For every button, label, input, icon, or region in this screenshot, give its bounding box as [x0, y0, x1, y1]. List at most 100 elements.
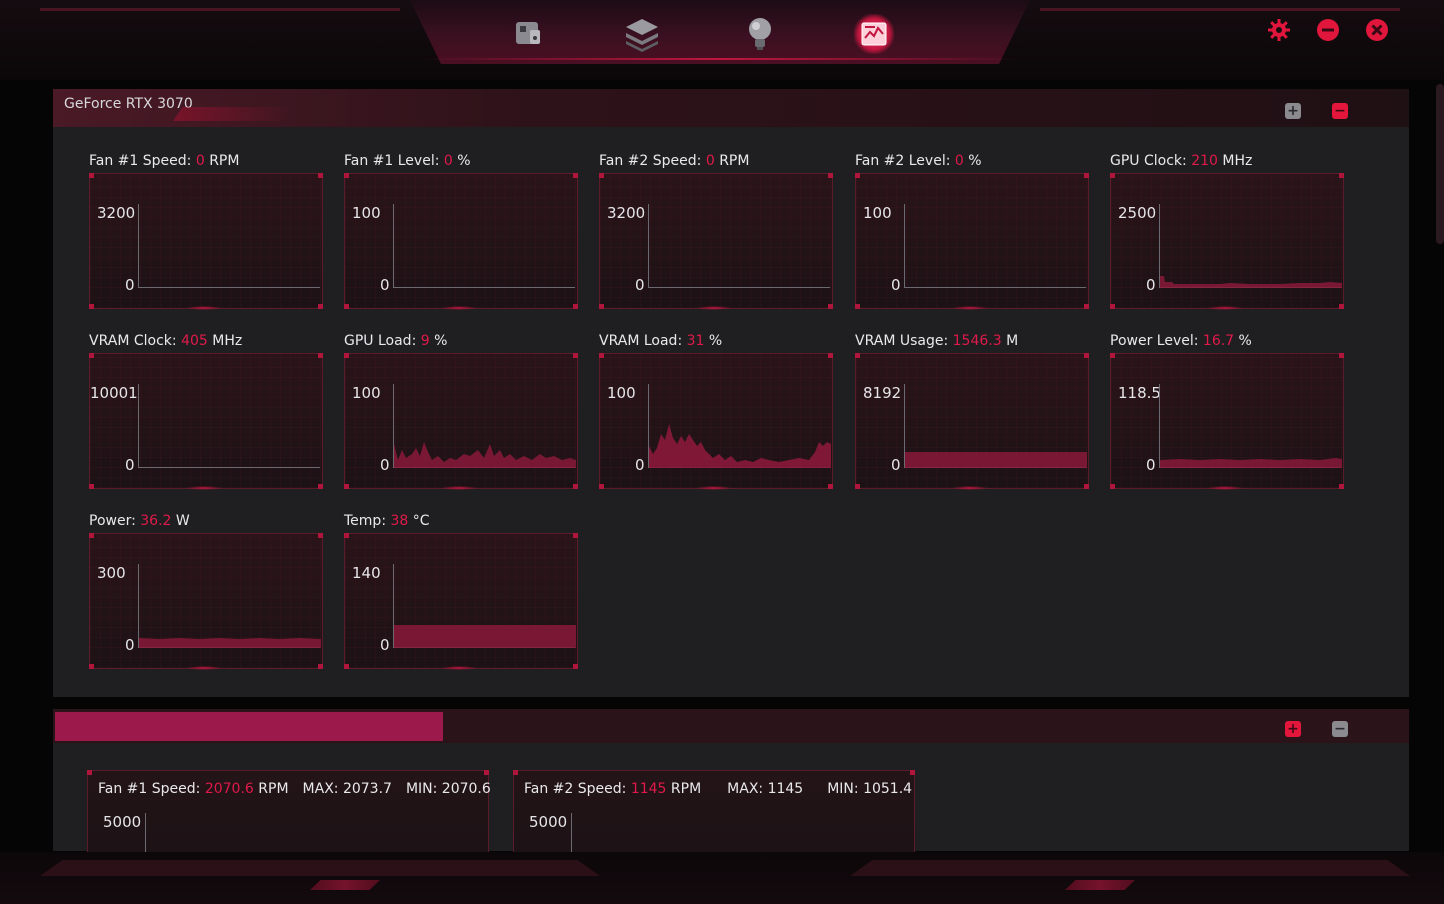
sensor-graph: 10001 0 [89, 353, 323, 490]
tile-fan1-level: Fan #1 Level: 0 % 100 0 [344, 153, 582, 313]
header-accent-stripe [173, 107, 293, 121]
y-max-label: 100 [352, 204, 381, 222]
close-icon[interactable] [1364, 17, 1390, 43]
tile-fan2-speed: Fan #2 Speed: 0 RPM 3200 0 [599, 153, 837, 313]
nav-bar [410, 0, 1030, 64]
fan-panel-title-bar [55, 712, 443, 741]
y-min-label: 0 [1146, 276, 1156, 294]
fan1-speed-card: Fan #1 Speed: 2070.6 RPM MAX: 2073.7 MIN: … [87, 770, 491, 862]
y-max-label: 140 [352, 564, 381, 582]
tile-label: Fan #1 Speed: 0 RPM [89, 153, 240, 169]
y-max-label: 100 [863, 204, 892, 222]
min-value: MIN: 2070.6 [405, 781, 491, 797]
collapse-button[interactable]: − [1332, 721, 1348, 737]
sensor-graph: 3200 0 [89, 173, 323, 310]
expand-button[interactable]: + [1285, 721, 1301, 737]
y-min-label: 0 [635, 456, 645, 474]
y-max-label: 118.5 [1118, 384, 1161, 402]
sensor-graph: 140 0 [344, 533, 578, 670]
sensor-plot [1160, 276, 1342, 288]
y-min-label: 0 [891, 276, 901, 294]
fan-panel-header[interactable]: + − [53, 709, 1409, 743]
y-max-label: 5000 [529, 813, 568, 831]
gamepad-icon[interactable] [508, 14, 548, 54]
y-min-label: 0 [635, 276, 645, 294]
expand-button[interactable]: + [1285, 103, 1301, 119]
sensor-graph: 8192 0 [855, 353, 1089, 490]
tile-label: VRAM Clock: 405 MHz [89, 333, 243, 349]
sensor-graph: 100 0 [344, 353, 578, 490]
sensor-plot [1160, 458, 1342, 468]
tile-label: Fan #2 Speed: 0 RPM [599, 153, 750, 169]
y-min-label: 0 [125, 636, 135, 654]
gpu-panel-header: GeForce RTX 3070 + − [53, 89, 1409, 127]
sensor-graph: 118.5 0 [1110, 353, 1344, 490]
y-min-label: 0 [891, 456, 901, 474]
frame-decoration [850, 860, 1410, 876]
y-min-label: 0 [380, 276, 390, 294]
tile-label: Power Level: 16.7 % [1110, 333, 1252, 349]
y-min-label: 0 [125, 456, 135, 474]
y-min-label: 0 [125, 276, 135, 294]
tile-label: GPU Clock: 210 MHz [1110, 153, 1253, 169]
fan-card-label: Fan #2 Speed: 1145 RPM MAX: 1145 MIN: 1051… [524, 781, 913, 797]
max-value: MAX: 1145 [727, 781, 804, 797]
y-max-label: 3200 [97, 204, 136, 222]
layers-icon[interactable] [622, 14, 662, 54]
sensor-graph: 100 0 [599, 353, 833, 490]
gpu-sensor-panel: GeForce RTX 3070 + − Fan #1 Speed: 0 RPM… [53, 89, 1409, 697]
min-value: MIN: 1051.4 [827, 781, 913, 797]
y-max-label: 10001 [90, 384, 138, 402]
max-value: MAX: 2073.7 [302, 781, 392, 797]
sensor-plot [394, 625, 576, 648]
frame-decoration-left [40, 8, 400, 11]
tile-temp: Temp: 38 °C 140 0 [344, 513, 582, 673]
y-max-label: 8192 [863, 384, 902, 402]
tile-vram-usage: VRAM Usage: 1546.3 M 8192 0 [855, 333, 1093, 493]
tile-label: Power: 36.2 W [89, 513, 190, 529]
sensor-plot [139, 638, 321, 648]
tile-label: Temp: 38 °C [344, 513, 430, 529]
sensor-plot [394, 442, 576, 468]
sensor-graph: 100 0 [344, 173, 578, 310]
settings-icon[interactable] [1266, 17, 1292, 43]
sensor-plot [905, 452, 1087, 468]
tile-label: VRAM Load: 31 % [599, 333, 723, 349]
gpu-panel-title: GeForce RTX 3070 [64, 96, 193, 112]
monitor-chart-icon[interactable] [854, 14, 894, 54]
y-min-label: 0 [380, 456, 390, 474]
sensor-plot [649, 424, 831, 468]
tile-label: GPU Load: 9 % [344, 333, 448, 349]
y-min-label: 0 [380, 636, 390, 654]
frame-decoration [40, 860, 600, 876]
frame-decoration-right [1040, 8, 1400, 11]
sensor-graph: 100 0 [855, 173, 1089, 310]
minimize-icon[interactable] [1315, 17, 1341, 43]
nav-glow [420, 58, 1020, 60]
fan-card-label: Fan #1 Speed: 2070.6 RPM MAX: 2073.7 MIN: … [98, 781, 491, 797]
fan2-speed-card: Fan #2 Speed: 1145 RPM MAX: 1145 MIN: 1051… [513, 770, 915, 862]
sensor-graph: 3200 0 [599, 173, 833, 310]
y-max-label: 100 [352, 384, 381, 402]
tile-gpu-load: GPU Load: 9 % 100 0 [344, 333, 582, 493]
sensor-graph: 300 0 [89, 533, 323, 670]
fan-sensor-panel: + − Fan #1 Speed: 2070.6 RPM MAX: 2073.7 M… [53, 709, 1409, 862]
collapse-button[interactable]: − [1332, 103, 1348, 119]
tile-vram-load: VRAM Load: 31 % 100 0 [599, 333, 837, 493]
y-min-label: 0 [1146, 456, 1156, 474]
tile-vram-clock: VRAM Clock: 405 MHz 10001 0 [89, 333, 327, 493]
lightbulb-icon[interactable] [740, 14, 780, 54]
tile-label: VRAM Usage: 1546.3 M [855, 333, 1019, 349]
tile-label: Fan #2 Level: 0 % [855, 153, 982, 169]
y-max-label: 5000 [103, 813, 142, 831]
tile-gpu-clock: GPU Clock: 210 MHz 2500 0 [1110, 153, 1348, 313]
bottom-frame [0, 852, 1444, 904]
frame-decoration [310, 880, 380, 890]
scrollbar[interactable] [1436, 84, 1444, 244]
y-max-label: 2500 [1118, 204, 1157, 222]
tile-fan1-speed: Fan #1 Speed: 0 RPM 3200 0 [89, 153, 327, 313]
tile-label: Fan #1 Level: 0 % [344, 153, 471, 169]
tile-power: Power: 36.2 W 300 0 [89, 513, 327, 673]
y-max-label: 3200 [607, 204, 646, 222]
frame-decoration [1065, 880, 1135, 890]
